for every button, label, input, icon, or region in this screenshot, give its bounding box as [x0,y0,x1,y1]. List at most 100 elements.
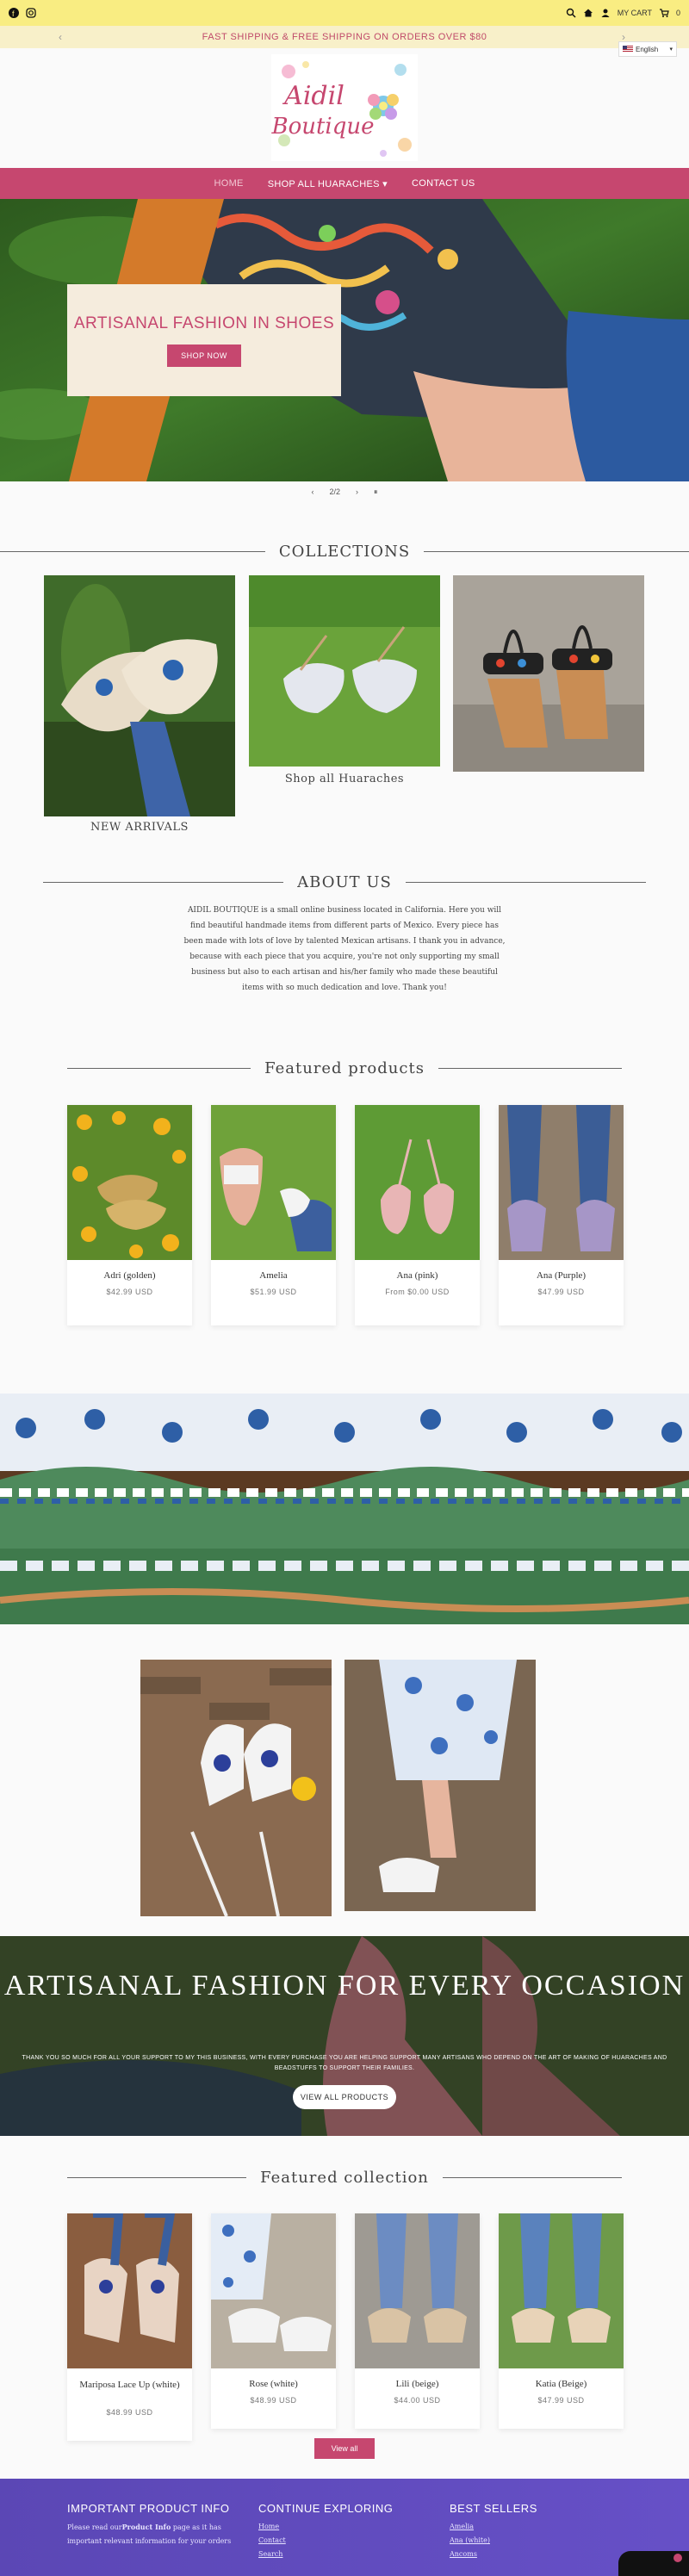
collection-card-new-arrivals[interactable] [44,575,235,816]
nav-item-home[interactable]: HOME [214,178,243,189]
hero-title: ARTISANAL FASHION IN SHOES [73,314,335,332]
cart-icon[interactable] [659,8,669,18]
huaraches-banner-image [0,1394,689,1624]
nav-item-shop-all[interactable]: SHOP ALL HUARACHES ▾ [268,178,388,189]
cart-label[interactable]: MY CART [618,9,652,17]
chevron-down-icon: ▾ [669,47,673,53]
product-name: Ana (Purple) [536,1270,587,1281]
footer-heading: CONTINUE EXPLORING [258,2502,394,2515]
floating-cart-button[interactable] [618,2551,689,2576]
collections-title: COLLECTIONS [278,543,411,561]
collection-image [453,575,644,772]
us-flag-icon [623,46,633,53]
footer-links: Amelia Ana (white) Ancoms [450,2520,605,2561]
product-name: Ana (pink) [396,1270,438,1281]
divider [43,882,284,883]
nav-item-shop-all-label: SHOP ALL HUARACHES [267,178,380,189]
product-card[interactable]: Ana (pink) From $0.00 USD [355,1105,480,1325]
slide-next-button[interactable]: › [356,487,358,496]
announcement-text: FAST SHIPPING & FREE SHIPPING ON ORDERS … [202,32,487,42]
occasion-title: ARTISANAL FASHION FOR EVERY OCCASION [3,1970,686,2002]
product-info-link[interactable]: Product Info [122,2523,171,2531]
product-image [355,1105,480,1260]
featured-products-heading: Featured products [0,1059,689,1077]
collection-product-card[interactable]: Lili (beige) $44.00 USD [355,2213,480,2429]
main-nav: HOME SHOP ALL HUARACHES ▾ CONTACT US [0,168,689,199]
collection-label-new-arrivals[interactable]: NEW ARRIVALS [44,821,235,834]
search-icon[interactable] [566,8,576,18]
footer-link-home[interactable]: Home [258,2520,413,2534]
account-icon[interactable] [600,8,611,18]
divider [442,2177,622,2178]
product-price: From $0.00 USD [385,1288,450,1296]
divider [67,1068,251,1069]
language-selector[interactable]: English ▾ [618,41,677,57]
slide-prev-button[interactable]: ‹ [311,487,313,496]
instagram-icon[interactable] [26,8,36,18]
product-price: $48.99 USD [106,2408,153,2417]
footer-links: Home Contact Search [258,2520,413,2561]
footer-col-explore: CONTINUE EXPLORING Home Contact Search [258,2502,413,2561]
nav-item-contact[interactable]: CONTACT US [412,178,475,189]
logo-text-line2: Boutique [271,114,375,140]
slide-pager: 2/2 [329,487,340,496]
collection-label-shop-all[interactable]: Shop all Huaraches [249,773,440,785]
product-name: Adri (golden) [103,1270,156,1281]
hero-content-box: ARTISANAL FASHION IN SHOES SHOP NOW [67,284,341,396]
announcement-bar: ‹ FAST SHIPPING & FREE SHIPPING ON ORDER… [0,26,689,48]
view-all-button[interactable]: View all [314,2438,375,2459]
header-actions: MY CART 0 [566,8,680,18]
product-card[interactable]: Amelia $51.99 USD [211,1105,336,1325]
product-price: $48.99 USD [250,2396,297,2405]
footer-link-search[interactable]: Search [258,2548,413,2561]
product-card[interactable]: Ana (Purple) $47.99 USD [499,1105,624,1325]
footer-col-best-sellers: BEST SELLERS Amelia Ana (white) Ancoms [450,2502,605,2561]
footer-text: Please read ourProduct Info page as it h… [67,2520,239,2548]
collection-card-3[interactable] [453,575,644,772]
featured-collection-title: Featured collection [260,2169,429,2187]
slideshow-controls: ‹ 2/2 › ⏸ [0,484,689,500]
featured-collection-heading: Featured collection [0,2169,689,2187]
product-price: $47.99 USD [537,1288,585,1296]
footer-link-ana-white[interactable]: Ana (white) [450,2534,605,2548]
shop-now-button[interactable]: SHOP NOW [167,345,241,367]
store-logo[interactable]: Aidil Boutique [267,52,422,164]
slide-pause-button[interactable]: ⏸ [374,487,378,497]
utility-bar: f MY CART 0 [0,0,689,26]
product-image [67,1105,192,1260]
collection-image [249,575,440,767]
about-heading: ABOUT US [0,873,689,891]
product-image [355,2213,480,2368]
home-icon[interactable] [583,8,593,18]
divider [424,551,689,552]
footer-heading: IMPORTANT PRODUCT INFO [67,2502,230,2515]
footer-link-amelia[interactable]: Amelia [450,2520,605,2534]
collection-product-card[interactable]: Rose (white) $48.99 USD [211,2213,336,2429]
product-price: $42.99 USD [106,1288,153,1296]
divider [438,1068,623,1069]
featured-products-title: Featured products [264,1059,425,1077]
footer-link-ancoms[interactable]: Ancoms [450,2548,605,2561]
occasion-subtitle: THANK YOU SO MUCH FOR ALL YOUR SUPPORT T… [22,2055,667,2071]
cart-count: 0 [675,9,680,17]
footer-link-contact[interactable]: Contact [258,2534,413,2548]
announcement-prev-button[interactable]: ‹ [59,31,63,43]
about-body: AIDIL BOUTIQUE is a small online busines… [183,906,506,992]
product-image [499,1105,624,1260]
collection-product-card[interactable]: Mariposa Lace Up (white) $48.99 USD [67,2213,192,2441]
footer-col-product-info: IMPORTANT PRODUCT INFO Please read ourPr… [67,2502,239,2548]
view-all-products-button[interactable]: VIEW ALL PRODUCTS [293,2085,396,2109]
product-card[interactable]: Adri (golden) $42.99 USD [67,1105,192,1325]
cart-dot-icon [673,2554,682,2562]
product-image [67,2213,192,2368]
divider [67,2177,247,2178]
chevron-down-icon: ▾ [382,178,388,189]
product-image [211,1105,336,1260]
product-name: Rose (white) [249,2379,298,2389]
facebook-icon[interactable]: f [9,8,19,18]
logo-graphic: Aidil Boutique [271,54,418,161]
collection-product-card[interactable]: Katia (Beige) $47.99 USD [499,2213,624,2429]
divider [0,551,265,552]
collection-card-shop-all[interactable] [249,575,440,767]
footer-text-pre: Please read our [67,2523,122,2531]
